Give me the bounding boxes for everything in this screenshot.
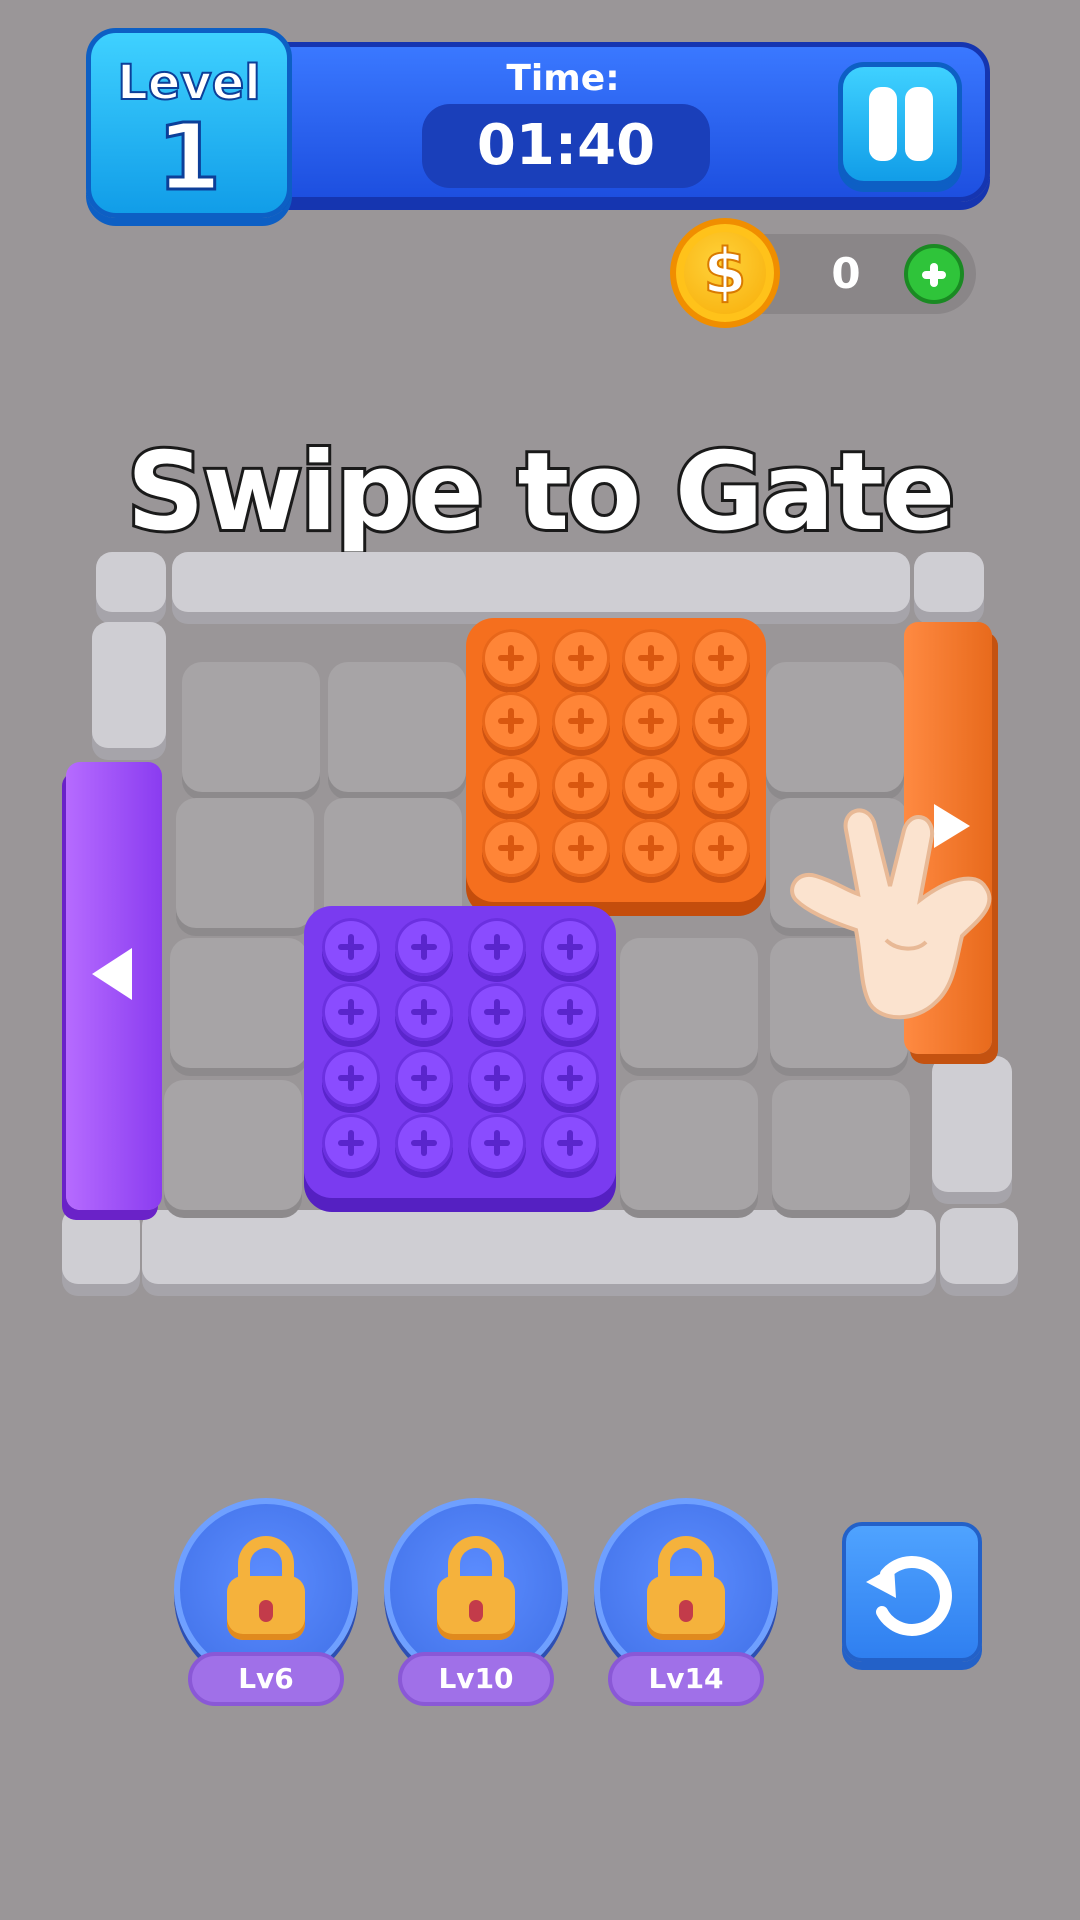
wall-top <box>172 552 910 612</box>
wall-bottom-left-post <box>62 1208 140 1284</box>
timer-display: 01:40 <box>422 104 710 188</box>
booster-unlock-level: Lv6 <box>188 1652 344 1706</box>
board-tile <box>328 662 466 792</box>
board-tile <box>176 798 314 928</box>
restart-icon <box>866 1555 952 1636</box>
purple-block[interactable] <box>304 906 616 1198</box>
level-number: 1 <box>155 104 222 211</box>
board-tile <box>164 1080 302 1210</box>
coin-icon: $ <box>670 218 780 328</box>
wall-right-lower <box>932 1056 1012 1192</box>
booster-unlock-level: Lv14 <box>608 1652 764 1706</box>
level-label: Level <box>116 54 261 112</box>
wall-bottom-right-post <box>940 1208 1018 1284</box>
wall-top-right-post <box>914 552 984 612</box>
orange-block[interactable] <box>466 618 766 902</box>
wall-left-upper <box>92 622 166 748</box>
purple-gate <box>66 762 162 1210</box>
instruction-title: Swipe to Gate <box>124 427 959 558</box>
wall-top-left-post <box>96 552 166 612</box>
board-tile <box>772 1080 910 1210</box>
tutorial-hand-icon <box>790 808 992 1020</box>
wall-bottom <box>142 1210 936 1284</box>
booster-unlock-level: Lv10 <box>398 1652 554 1706</box>
board-tile <box>620 938 758 1068</box>
pause-button[interactable] <box>838 62 962 186</box>
coin-count: 0 <box>831 249 861 298</box>
level-indicator: Level 1 <box>86 28 292 218</box>
restart-button[interactable] <box>842 1522 982 1662</box>
board-tile <box>170 938 308 1068</box>
time-label: Time: <box>506 58 620 99</box>
board-tile <box>182 662 320 792</box>
arrow-left-icon <box>92 948 132 1000</box>
add-coins-button[interactable] <box>904 244 964 304</box>
board-tile <box>620 1080 758 1210</box>
board-tile <box>766 662 904 792</box>
